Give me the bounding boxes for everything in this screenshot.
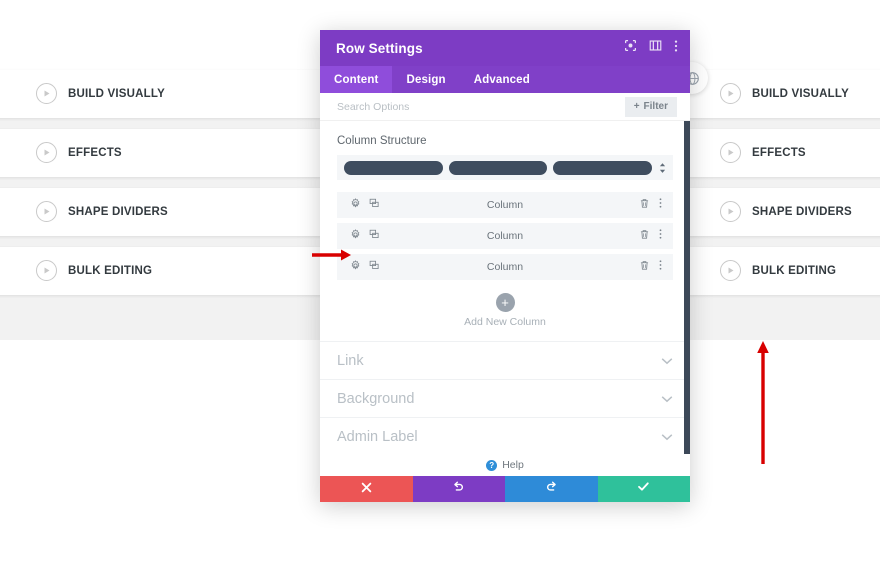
column-structure-bar[interactable] <box>448 160 548 175</box>
list-item-label: BUILD VISUALLY <box>68 88 165 100</box>
more-vertical-icon[interactable] <box>659 227 662 245</box>
updown-stepper-icon[interactable] <box>655 161 669 175</box>
modal-body: Column Structure Column Column Column + … <box>320 121 690 454</box>
column-name: Column <box>486 230 524 242</box>
column-structure-bar[interactable] <box>553 160 653 175</box>
column-list: Column Column Column <box>320 192 690 280</box>
filter-button[interactable]: + Filter <box>624 96 677 117</box>
list-item-label: SHAPE DIVIDERS <box>68 206 168 218</box>
column-structure-picker[interactable] <box>337 155 673 180</box>
question-circle-icon: ? <box>486 459 498 471</box>
background-list-right: BUILD VISUALLY EFFECTS SHAPE DIVIDERS BU… <box>688 70 880 306</box>
accordion-background[interactable]: Background <box>320 380 690 418</box>
accordion-label: Background <box>337 390 415 407</box>
list-item-label: SHAPE DIVIDERS <box>752 206 852 218</box>
annotation-arrow-horizontal <box>312 248 352 266</box>
list-item-label: EFFECTS <box>68 147 122 159</box>
chevron-down-icon <box>661 390 673 408</box>
list-item-label: BUILD VISUALLY <box>752 88 849 100</box>
scrollbar-track[interactable] <box>684 121 690 454</box>
play-circle-icon <box>720 142 741 163</box>
more-vertical-icon[interactable] <box>659 258 662 276</box>
more-vertical-icon[interactable] <box>659 196 662 214</box>
table-row[interactable]: Column <box>337 254 673 280</box>
accordion-label: Link <box>337 352 364 369</box>
close-x-icon <box>361 480 372 498</box>
search-bar: Search Options + Filter <box>320 93 690 121</box>
page-title: Row Settings <box>336 40 423 56</box>
modal-titlebar: Row Settings <box>320 30 690 66</box>
accordion-admin-label[interactable]: Admin Label <box>320 418 690 454</box>
screenshot-root: BUILD VISUALLY EFFECTS SHAPE DIVIDERS BU… <box>0 0 880 580</box>
tab-content[interactable]: Content <box>320 66 393 93</box>
plus-icon: + <box>633 101 640 112</box>
list-item-label: BULK EDITING <box>68 265 153 277</box>
trash-icon[interactable] <box>639 227 650 245</box>
chevron-down-icon <box>661 352 673 370</box>
play-circle-icon <box>36 260 57 281</box>
search-input[interactable]: Search Options <box>337 101 409 113</box>
list-item[interactable]: BULK EDITING <box>688 247 880 295</box>
play-circle-icon <box>36 83 57 104</box>
column-name: Column <box>486 261 524 273</box>
column-name: Column <box>486 199 524 211</box>
play-circle-icon <box>36 142 57 163</box>
help-label: Help <box>502 459 524 471</box>
add-new-column-label: Add New Column <box>464 316 546 328</box>
add-new-column-button[interactable]: + Add New Column <box>320 285 690 342</box>
tab-design[interactable]: Design <box>392 66 459 93</box>
list-item[interactable]: BUILD VISUALLY <box>688 70 880 118</box>
row-settings-modal: Row Settings Content Design Advanced Sea… <box>320 30 690 502</box>
accordion-link[interactable]: Link <box>320 342 690 380</box>
play-circle-icon <box>720 83 741 104</box>
tab-advanced[interactable]: Advanced <box>460 66 544 93</box>
list-item[interactable]: EFFECTS <box>688 129 880 177</box>
redo-button[interactable] <box>505 476 598 502</box>
column-structure-label: Column Structure <box>337 135 427 147</box>
save-button[interactable] <box>597 476 690 502</box>
undo-arrow-icon <box>452 480 465 498</box>
discard-button[interactable] <box>320 476 413 502</box>
layout-panel-icon[interactable] <box>649 39 662 57</box>
trash-icon[interactable] <box>639 258 650 276</box>
scrollbar-thumb[interactable] <box>684 121 690 454</box>
table-row[interactable]: Column <box>337 223 673 249</box>
play-circle-icon <box>720 260 741 281</box>
help-row[interactable]: ? Help <box>320 454 690 476</box>
annotation-arrow-vertical <box>756 338 770 469</box>
trash-icon[interactable] <box>639 196 650 214</box>
check-icon <box>637 480 650 498</box>
modal-tabs: Content Design Advanced <box>320 66 690 93</box>
list-item[interactable]: SHAPE DIVIDERS <box>688 188 880 236</box>
accordion-label: Admin Label <box>337 428 418 445</box>
modal-footer <box>320 476 690 502</box>
table-row[interactable]: Column <box>337 192 673 218</box>
chevron-down-icon <box>661 428 673 446</box>
undo-button[interactable] <box>412 476 505 502</box>
column-structure-bar[interactable] <box>344 160 443 175</box>
list-item-label: BULK EDITING <box>752 265 837 277</box>
redo-arrow-icon <box>545 480 558 498</box>
play-circle-icon <box>720 201 741 222</box>
plus-icon: + <box>495 293 515 312</box>
list-item-label: EFFECTS <box>752 147 806 159</box>
more-vertical-icon[interactable] <box>674 39 678 58</box>
filter-button-label: Filter <box>643 101 668 112</box>
play-circle-icon <box>36 201 57 222</box>
target-focus-icon[interactable] <box>624 39 637 57</box>
